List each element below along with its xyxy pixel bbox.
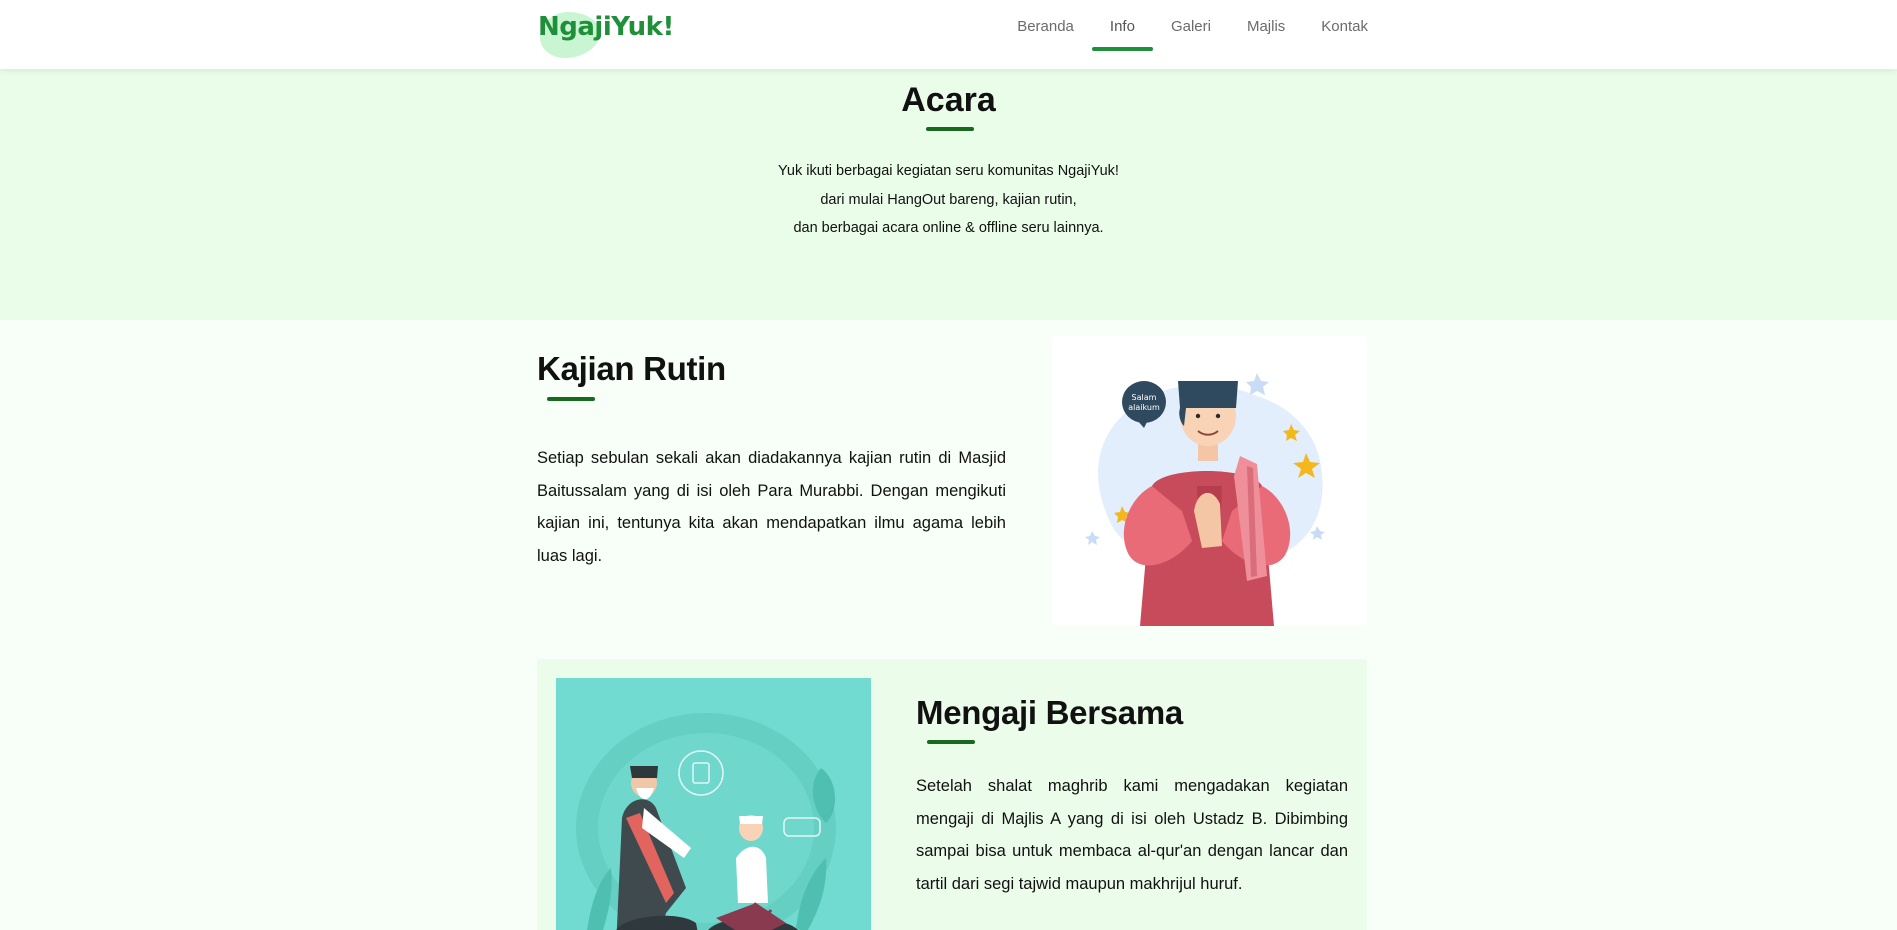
main-nav: Beranda Info Galeri Majlis Kontak [999, 0, 1386, 69]
kajian-title-underline [547, 397, 595, 401]
hero-title: Acara [901, 81, 996, 119]
mengaji-title: Mengaji Bersama [916, 694, 1183, 731]
mengaji-bersama-section: Mengaji Bersama Setelah shalat maghrib k… [537, 659, 1367, 930]
hero-section: Acara Yuk ikuti berbagai kegiatan seru k… [0, 69, 1897, 320]
mengaji-title-underline [927, 740, 975, 744]
hero-line: Yuk ikuti berbagai kegiatan seru komunit… [778, 163, 1119, 179]
kajian-description: Setiap sebulan sekali akan diadakannya k… [537, 449, 1006, 565]
mengaji-illustration [556, 678, 871, 930]
kajian-title: Kajian Rutin [537, 350, 726, 387]
brand-logo[interactable]: NgajiYuk! [536, 8, 674, 60]
nav-item-galeri[interactable]: Galeri [1153, 0, 1229, 53]
hero-description: Yuk ikuti berbagai kegiatan seru komunit… [0, 157, 1897, 243]
nav-item-kontak[interactable]: Kontak [1303, 0, 1386, 53]
nav-item-beranda[interactable]: Beranda [999, 0, 1092, 53]
logo-text: NgajiYuk! [538, 12, 674, 42]
hero-title-underline [926, 127, 974, 131]
nav-item-majlis[interactable]: Majlis [1229, 0, 1303, 53]
speech-bubble-line2: alaikum [1128, 403, 1160, 412]
hero-line: dari mulai HangOut bareng, kajian rutin, [820, 191, 1077, 208]
speech-bubble-line1: Salam [1132, 393, 1157, 402]
kajian-illustration: Salam alaikum [1052, 336, 1367, 626]
kajian-rutin-section: Kajian Rutin Setiap sebulan sekali akan … [537, 336, 1367, 626]
praying-man-illustration: Salam alaikum [1085, 373, 1325, 626]
nav-item-info[interactable]: Info [1091, 0, 1153, 53]
navbar: NgajiYuk! Beranda Info Galeri Majlis Kon… [0, 0, 1897, 69]
teacher-student-quran-illustration [576, 713, 836, 930]
hero-line: dan berbagai acara online & offline seru… [793, 220, 1104, 236]
mengaji-description: Setelah shalat maghrib kami mengadakan k… [916, 777, 1348, 893]
